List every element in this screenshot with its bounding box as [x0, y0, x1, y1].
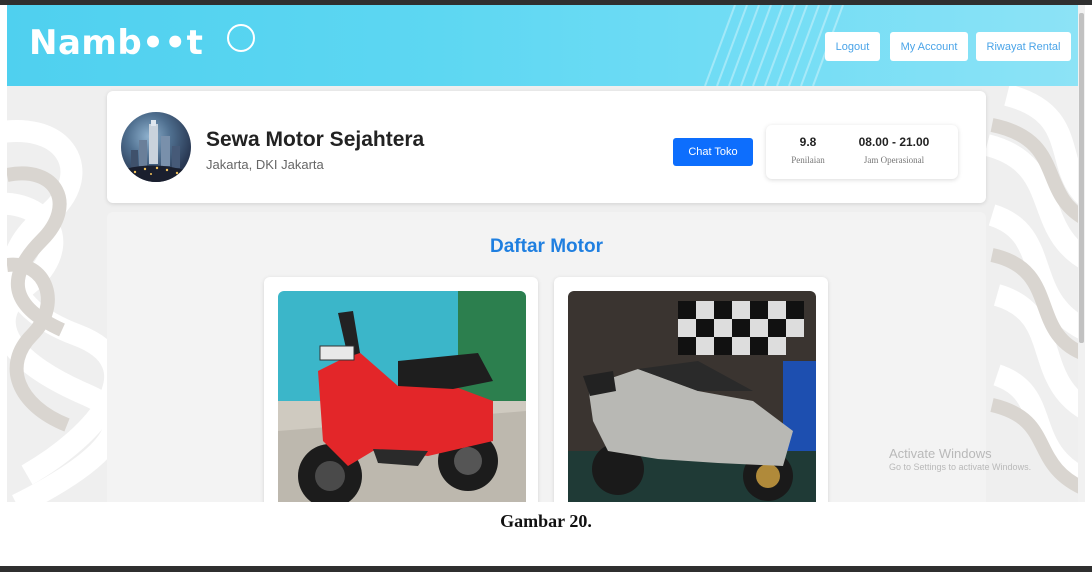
store-name: Sewa Motor Sejahtera — [206, 128, 425, 151]
navbar: Namb••t Logout My Account Riwayat Rental — [7, 5, 1085, 86]
motor-list-panel: Daftar Motor — [107, 212, 986, 502]
store-avatar — [121, 112, 191, 182]
hours-value: 08.00 - 21.00 — [858, 135, 930, 149]
scrollbar-thumb[interactable] — [1079, 13, 1084, 343]
windows-activation-watermark: Activate Windows Go to Settings to activ… — [889, 446, 1031, 474]
page-scrollbar[interactable] — [1078, 5, 1085, 502]
store-location: Jakarta, DKI Jakarta — [206, 157, 324, 172]
rental-history-button[interactable]: Riwayat Rental — [976, 32, 1071, 61]
motor-list-title: Daftar Motor — [490, 236, 603, 257]
store-stats-box: 9.8 Penilaian 08.00 - 21.00 Jam Operasio… — [766, 125, 958, 179]
motor-card[interactable] — [554, 277, 828, 502]
store-profile-card: Sewa Motor Sejahtera Jakarta, DKI Jakart… — [107, 91, 986, 203]
figure-caption: Gambar 20. — [500, 511, 592, 531]
rating-stat: 9.8 Penilaian — [782, 135, 834, 165]
document-bottom-border — [0, 566, 1092, 572]
activate-windows-subtext: Go to Settings to activate Windows. — [889, 462, 1032, 473]
city-skyline-image — [121, 120, 191, 182]
hours-label: Jam Operasional — [863, 155, 925, 165]
logout-button[interactable]: Logout — [825, 32, 880, 61]
motor-card[interactable] — [264, 277, 538, 502]
red-scooter-photo[interactable] — [278, 291, 526, 502]
loading-ring-icon — [227, 24, 255, 52]
hours-stat: 08.00 - 21.00 Jam Operasional — [844, 135, 944, 165]
rating-value: 9.8 — [799, 135, 817, 149]
my-account-button[interactable]: My Account — [890, 32, 968, 61]
chat-store-button[interactable]: Chat Toko — [673, 138, 753, 166]
brand-logo[interactable]: Namb••t — [29, 23, 203, 63]
silver-scooter-photo[interactable] — [568, 291, 816, 502]
rating-label: Penilaian — [791, 155, 825, 165]
browser-viewport: Namb••t Logout My Account Riwayat Rental… — [7, 5, 1085, 502]
activate-windows-heading: Activate Windows — [889, 446, 992, 461]
